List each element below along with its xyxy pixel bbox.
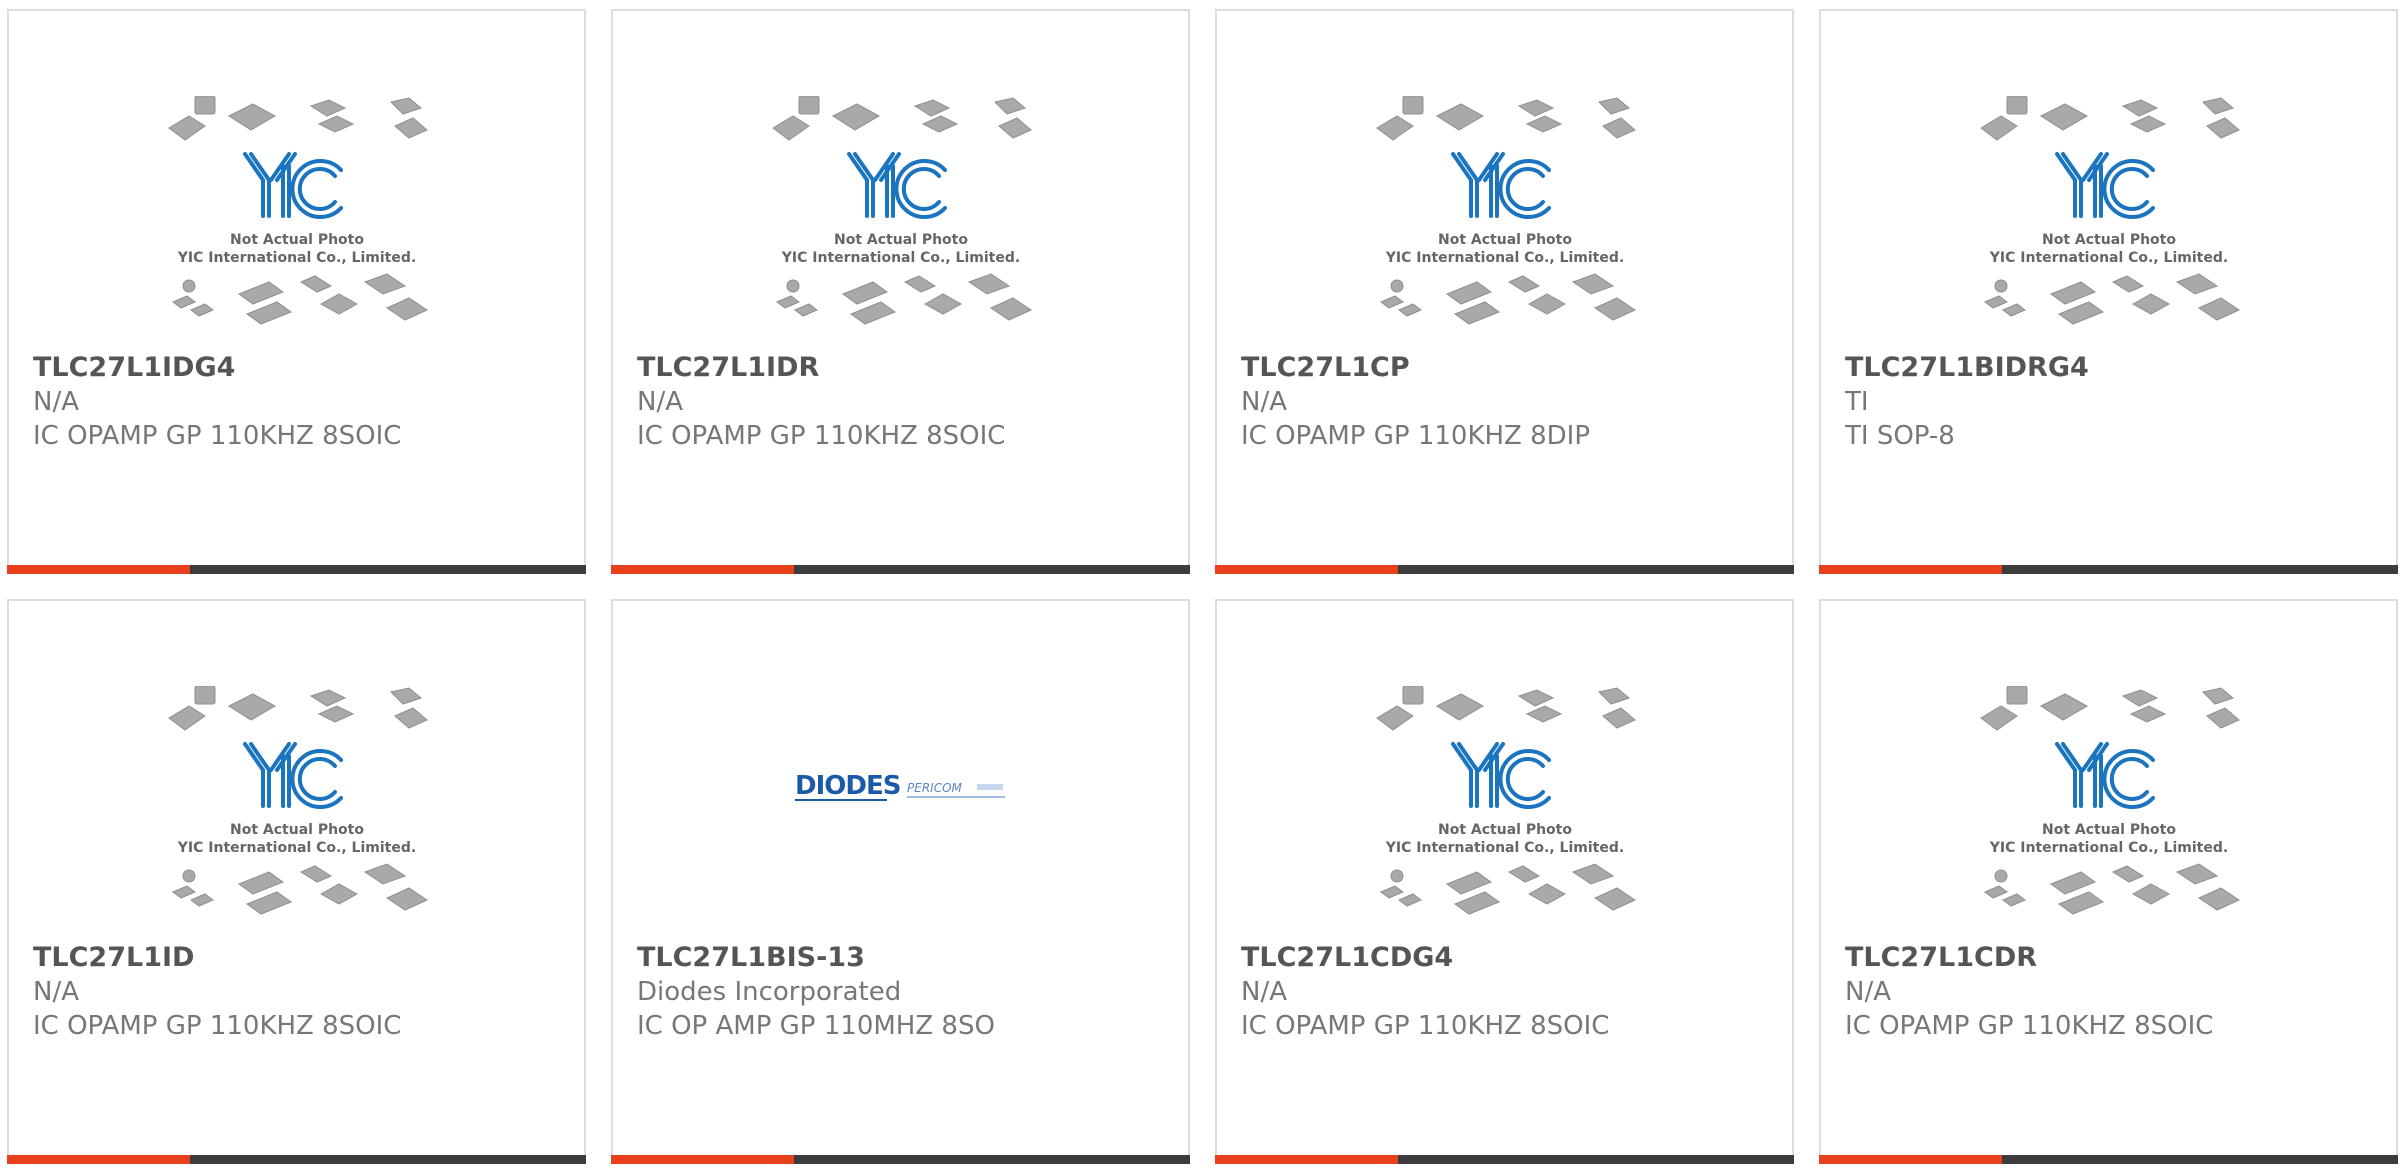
product-image[interactable]: DIODES PERICOM xyxy=(769,686,1033,936)
yic-placeholder-image: Not Actual Photo YIC International Co., … xyxy=(1375,96,1636,325)
part-number[interactable]: TLC27L1IDG4 xyxy=(33,351,564,385)
card-accent-segment xyxy=(1819,1155,2002,1164)
description: TI SOP-8 xyxy=(1845,421,1955,451)
part-number[interactable]: TLC27L1IDR xyxy=(637,351,1168,385)
part-number[interactable]: TLC27L1CDR xyxy=(1845,941,2376,975)
yic-placeholder-image: Not Actual Photo YIC International Co., … xyxy=(1979,96,2240,325)
description: IC OP AMP GP 110MHZ 8SO xyxy=(637,1011,995,1041)
description: IC OPAMP GP 110KHZ 8DIP xyxy=(1241,421,1591,451)
yic-placeholder-image: Not Actual Photo YIC International Co., … xyxy=(1375,686,1636,915)
pericom-brand-text: PERICOM xyxy=(907,781,963,795)
manufacturer: N/A xyxy=(33,977,79,1007)
placeholder-caption-2: YIC International Co., Limited. xyxy=(176,250,415,266)
product-image[interactable]: Not Actual Photo YIC International Co., … xyxy=(1977,686,2241,936)
manufacturer: Diodes Incorporated xyxy=(637,977,902,1007)
product-image[interactable]: Not Actual Photo YIC International Co., … xyxy=(769,96,1033,346)
placeholder-caption-2: YIC International Co., Limited. xyxy=(1988,840,2227,856)
product-card[interactable]: DIODES PERICOM TLC27L1BIS-13 Diodes Inco… xyxy=(611,599,1190,1164)
manufacturer: N/A xyxy=(33,387,79,417)
description: IC OPAMP GP 110KHZ 8SOIC xyxy=(1845,1011,2214,1041)
placeholder-caption-2: YIC International Co., Limited. xyxy=(1384,250,1623,266)
product-image[interactable]: Not Actual Photo YIC International Co., … xyxy=(1977,96,2241,346)
placeholder-caption-1: Not Actual Photo xyxy=(230,232,364,248)
product-card[interactable]: Not Actual Photo YIC International Co., … xyxy=(1215,599,1794,1164)
placeholder-caption-2: YIC International Co., Limited. xyxy=(176,840,415,856)
description: IC OPAMP GP 110KHZ 8SOIC xyxy=(637,421,1006,451)
card-accent-bar xyxy=(7,565,586,574)
yic-placeholder-image: Not Actual Photo YIC International Co., … xyxy=(167,96,428,325)
product-image[interactable]: Not Actual Photo YIC International Co., … xyxy=(1373,96,1637,346)
card-accent-bar xyxy=(7,1155,586,1164)
card-accent-segment xyxy=(7,565,190,574)
product-image[interactable]: Not Actual Photo YIC International Co., … xyxy=(165,686,429,936)
placeholder-caption-1: Not Actual Photo xyxy=(1438,822,1572,838)
product-card[interactable]: Not Actual Photo YIC International Co., … xyxy=(1819,9,2398,574)
card-accent-bar xyxy=(611,1155,1190,1164)
description: IC OPAMP GP 110KHZ 8SOIC xyxy=(33,1011,402,1041)
product-image[interactable]: Not Actual Photo YIC International Co., … xyxy=(1373,686,1637,936)
placeholder-caption-1: Not Actual Photo xyxy=(2042,232,2176,248)
placeholder-caption-1: Not Actual Photo xyxy=(834,232,968,248)
card-accent-segment xyxy=(1819,565,2002,574)
card-accent-bar xyxy=(611,565,1190,574)
diodes-logo-image: DIODES PERICOM xyxy=(794,771,1005,801)
placeholder-caption-2: YIC International Co., Limited. xyxy=(780,250,1019,266)
placeholder-caption-2: YIC International Co., Limited. xyxy=(1988,250,2227,266)
placeholder-caption-1: Not Actual Photo xyxy=(1438,232,1572,248)
placeholder-caption-1: Not Actual Photo xyxy=(2042,822,2176,838)
manufacturer: N/A xyxy=(1241,977,1287,1007)
placeholder-caption-1: Not Actual Photo xyxy=(230,822,364,838)
manufacturer: N/A xyxy=(1845,977,1891,1007)
part-number[interactable]: TLC27L1ID xyxy=(33,941,564,975)
card-accent-segment xyxy=(1215,1155,1398,1164)
product-grid: Not Actual Photo YIC International Co., … xyxy=(7,9,2399,1164)
placeholder-caption-2: YIC International Co., Limited. xyxy=(1384,840,1623,856)
manufacturer: N/A xyxy=(637,387,683,417)
card-accent-segment xyxy=(1215,565,1398,574)
yic-placeholder-image: Not Actual Photo YIC International Co., … xyxy=(1979,686,2240,915)
product-card[interactable]: Not Actual Photo YIC International Co., … xyxy=(1819,599,2398,1164)
card-accent-bar xyxy=(1215,565,1794,574)
description: IC OPAMP GP 110KHZ 8SOIC xyxy=(33,421,402,451)
product-card[interactable]: Not Actual Photo YIC International Co., … xyxy=(1215,9,1794,574)
card-accent-bar xyxy=(1819,565,2398,574)
product-image[interactable]: Not Actual Photo YIC International Co., … xyxy=(165,96,429,346)
card-accent-segment xyxy=(7,1155,190,1164)
manufacturer: TI xyxy=(1845,387,1869,417)
yic-placeholder-image: Not Actual Photo YIC International Co., … xyxy=(167,686,428,915)
card-accent-segment xyxy=(611,1155,794,1164)
description: IC OPAMP GP 110KHZ 8SOIC xyxy=(1241,1011,1610,1041)
part-number[interactable]: TLC27L1CDG4 xyxy=(1241,941,1772,975)
manufacturer: N/A xyxy=(1241,387,1287,417)
card-accent-bar xyxy=(1819,1155,2398,1164)
part-number[interactable]: TLC27L1BIDRG4 xyxy=(1845,351,2376,385)
product-card[interactable]: Not Actual Photo YIC International Co., … xyxy=(7,599,586,1164)
yic-placeholder-image: Not Actual Photo YIC International Co., … xyxy=(771,96,1032,325)
card-accent-segment xyxy=(611,565,794,574)
product-card[interactable]: Not Actual Photo YIC International Co., … xyxy=(611,9,1190,574)
card-accent-bar xyxy=(1215,1155,1794,1164)
part-number[interactable]: TLC27L1BIS-13 xyxy=(637,941,1168,975)
diodes-brand-text: DIODES xyxy=(795,771,900,801)
product-card[interactable]: Not Actual Photo YIC International Co., … xyxy=(7,9,586,574)
part-number[interactable]: TLC27L1CP xyxy=(1241,351,1772,385)
